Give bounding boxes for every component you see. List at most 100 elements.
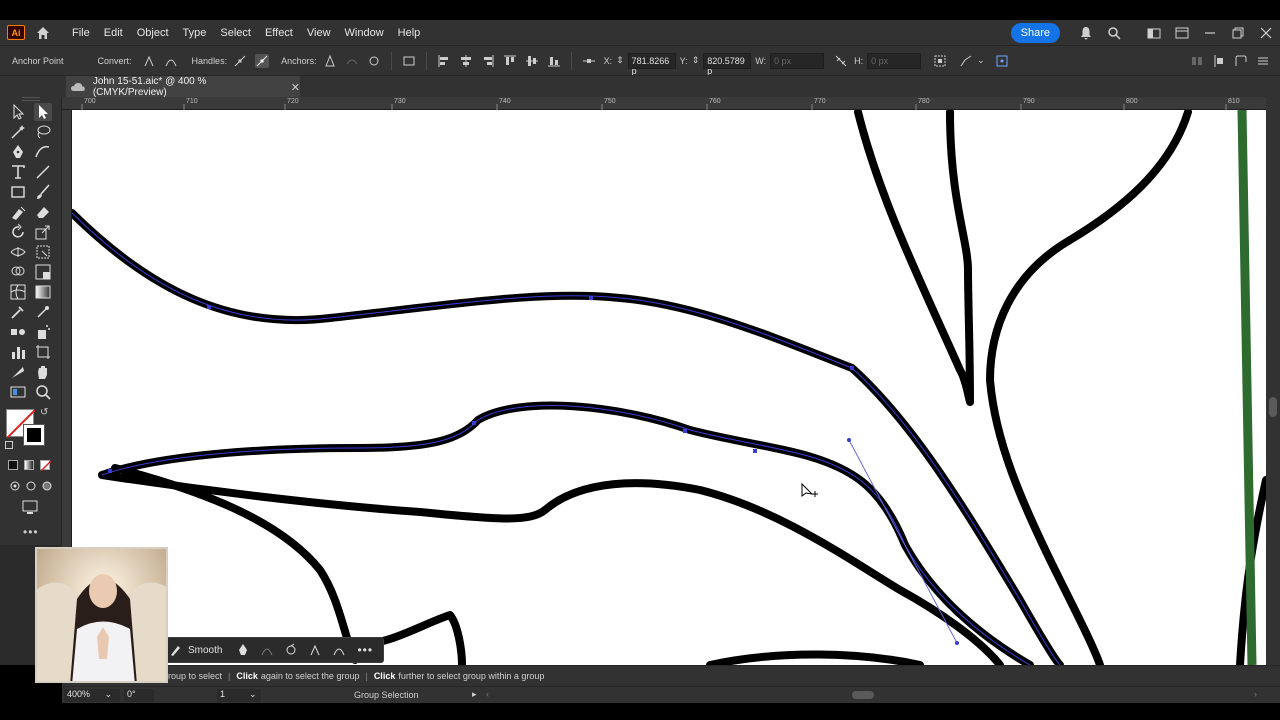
rotate-tool-icon[interactable] bbox=[9, 223, 27, 241]
scroll-right-icon[interactable]: › bbox=[1254, 689, 1257, 699]
curve-icon[interactable] bbox=[260, 643, 274, 657]
zoom-tool-icon[interactable] bbox=[34, 383, 52, 401]
workspace-icon[interactable] bbox=[1147, 26, 1161, 40]
convert-smooth-icon[interactable] bbox=[164, 54, 178, 68]
screen-mode-icon[interactable] bbox=[21, 498, 39, 516]
remove-anchor-icon[interactable] bbox=[323, 54, 337, 68]
puppet-warp-icon[interactable] bbox=[995, 54, 1009, 68]
shape-builder-tool-icon[interactable] bbox=[9, 263, 27, 281]
align-right-icon[interactable] bbox=[481, 54, 495, 68]
gradient-tool-icon[interactable] bbox=[34, 283, 52, 301]
measure-tool-icon[interactable] bbox=[34, 303, 52, 321]
align-middle-icon[interactable] bbox=[525, 54, 539, 68]
h-field[interactable]: 0 px bbox=[867, 52, 922, 69]
y-field[interactable]: 820.5789 p bbox=[703, 52, 752, 76]
panel-grip[interactable] bbox=[22, 97, 40, 101]
menu-file[interactable]: File bbox=[65, 27, 97, 39]
cut-icon[interactable] bbox=[284, 643, 298, 657]
reference-point-icon[interactable] bbox=[582, 54, 596, 68]
isolate-icon[interactable] bbox=[402, 54, 416, 68]
vertical-scrollbar[interactable] bbox=[1266, 97, 1280, 665]
home-icon[interactable] bbox=[35, 25, 51, 41]
toolbar-edit-icon[interactable] bbox=[9, 383, 27, 401]
document-tab[interactable]: John 15-51.aic* @ 400 % (CMYK/Preview) ✕ bbox=[66, 76, 300, 98]
slice-tool-icon[interactable] bbox=[9, 363, 27, 381]
arrange-icon[interactable] bbox=[1175, 26, 1189, 40]
default-colors-icon[interactable] bbox=[5, 441, 13, 449]
menu-effect[interactable]: Effect bbox=[258, 27, 300, 39]
more-options-icon[interactable]: ••• bbox=[357, 643, 373, 657]
magic-wand-tool-icon[interactable] bbox=[9, 123, 27, 141]
draw-inside-icon[interactable] bbox=[38, 477, 56, 495]
menu-select[interactable]: Select bbox=[213, 27, 258, 39]
select-similar-icon[interactable] bbox=[959, 54, 973, 68]
select-similar-dropdown-icon[interactable]: ⌄ bbox=[977, 55, 985, 66]
menu-window[interactable]: Window bbox=[338, 27, 391, 39]
constrain-proportions-icon[interactable] bbox=[834, 54, 848, 68]
artboard-tool-icon[interactable] bbox=[34, 343, 52, 361]
type-tool-icon[interactable] bbox=[9, 163, 27, 181]
transform-icon[interactable] bbox=[933, 54, 947, 68]
menu-object[interactable]: Object bbox=[130, 27, 176, 39]
horizontal-ruler[interactable]: 700 710 720 730 740 750 760 770 780 790 … bbox=[62, 97, 1266, 110]
distribute-icon[interactable] bbox=[1212, 54, 1226, 68]
blend-tool-icon[interactable] bbox=[9, 323, 27, 341]
share-button[interactable]: Share bbox=[1010, 22, 1060, 43]
curvature-tool-icon[interactable] bbox=[34, 143, 52, 161]
menu-view[interactable]: View bbox=[300, 27, 338, 39]
panel-align-icon[interactable] bbox=[1190, 54, 1204, 68]
mesh-tool-icon[interactable] bbox=[9, 283, 27, 301]
selection-tool-icon[interactable] bbox=[9, 103, 27, 121]
pen-icon[interactable] bbox=[236, 643, 250, 657]
minimize-icon[interactable] bbox=[1203, 26, 1217, 40]
show-handles-icon[interactable] bbox=[233, 54, 247, 68]
search-icon[interactable] bbox=[1107, 26, 1121, 40]
hand-tool-icon[interactable] bbox=[34, 363, 52, 381]
close-window-icon[interactable] bbox=[1259, 26, 1273, 40]
convert-corner-icon[interactable] bbox=[142, 54, 156, 68]
menu-type[interactable]: Type bbox=[176, 27, 214, 39]
vertical-scroll-thumb[interactable] bbox=[1269, 397, 1277, 417]
bell-icon[interactable] bbox=[1079, 26, 1093, 40]
hide-handles-icon[interactable] bbox=[255, 53, 270, 68]
artboard-number-field[interactable]: 1 ⌄ bbox=[217, 689, 261, 702]
swap-colors-icon[interactable]: ↺ bbox=[40, 407, 48, 418]
direct-selection-tool-icon[interactable] bbox=[34, 103, 52, 121]
cut-path-icon[interactable] bbox=[367, 54, 381, 68]
menu-edit[interactable]: Edit bbox=[97, 27, 130, 39]
connect-anchors-icon[interactable] bbox=[345, 54, 359, 68]
smooth-corner-icon[interactable] bbox=[332, 643, 346, 657]
live-paint-tool-icon[interactable] bbox=[34, 263, 52, 281]
w-field[interactable]: 0 px bbox=[770, 52, 825, 69]
x-stepper-icon[interactable]: ⇕ bbox=[616, 55, 624, 66]
smooth-tool-icon[interactable] bbox=[169, 643, 183, 657]
align-left-icon[interactable] bbox=[437, 54, 451, 68]
scale-tool-icon[interactable] bbox=[34, 223, 52, 241]
menu-help[interactable]: Help bbox=[391, 27, 428, 39]
none-mode-icon[interactable] bbox=[40, 460, 52, 472]
column-graph-tool-icon[interactable] bbox=[9, 343, 27, 361]
status-arrow-icon[interactable]: ▸ bbox=[472, 689, 477, 700]
smooth-button[interactable]: Smooth bbox=[188, 645, 222, 656]
corner-icon[interactable] bbox=[308, 643, 322, 657]
align-bottom-icon[interactable] bbox=[547, 54, 561, 68]
restore-icon[interactable] bbox=[1231, 26, 1245, 40]
rectangle-tool-icon[interactable] bbox=[9, 183, 27, 201]
symbol-sprayer-tool-icon[interactable] bbox=[34, 323, 52, 341]
zoom-level-field[interactable]: 400% ⌄ bbox=[64, 689, 120, 702]
more-tools-icon[interactable]: ••• bbox=[23, 525, 39, 539]
rotation-field[interactable]: 0° bbox=[124, 689, 154, 702]
align-center-icon[interactable] bbox=[459, 54, 473, 68]
eraser-tool-icon[interactable] bbox=[34, 203, 52, 221]
close-tab-icon[interactable]: ✕ bbox=[291, 81, 300, 94]
y-stepper-icon[interactable]: ⇕ bbox=[692, 55, 700, 66]
paintbrush-tool-icon[interactable] bbox=[34, 183, 52, 201]
line-segment-tool-icon[interactable] bbox=[34, 163, 52, 181]
path-options-icon[interactable] bbox=[1234, 54, 1248, 68]
horizontal-scroll-thumb[interactable] bbox=[852, 691, 874, 699]
lasso-tool-icon[interactable] bbox=[34, 123, 52, 141]
gradient-mode-icon[interactable] bbox=[24, 460, 34, 470]
color-mode-icon[interactable] bbox=[8, 460, 18, 470]
width-tool-icon[interactable] bbox=[9, 243, 27, 261]
panel-menu-icon[interactable] bbox=[1256, 54, 1270, 68]
